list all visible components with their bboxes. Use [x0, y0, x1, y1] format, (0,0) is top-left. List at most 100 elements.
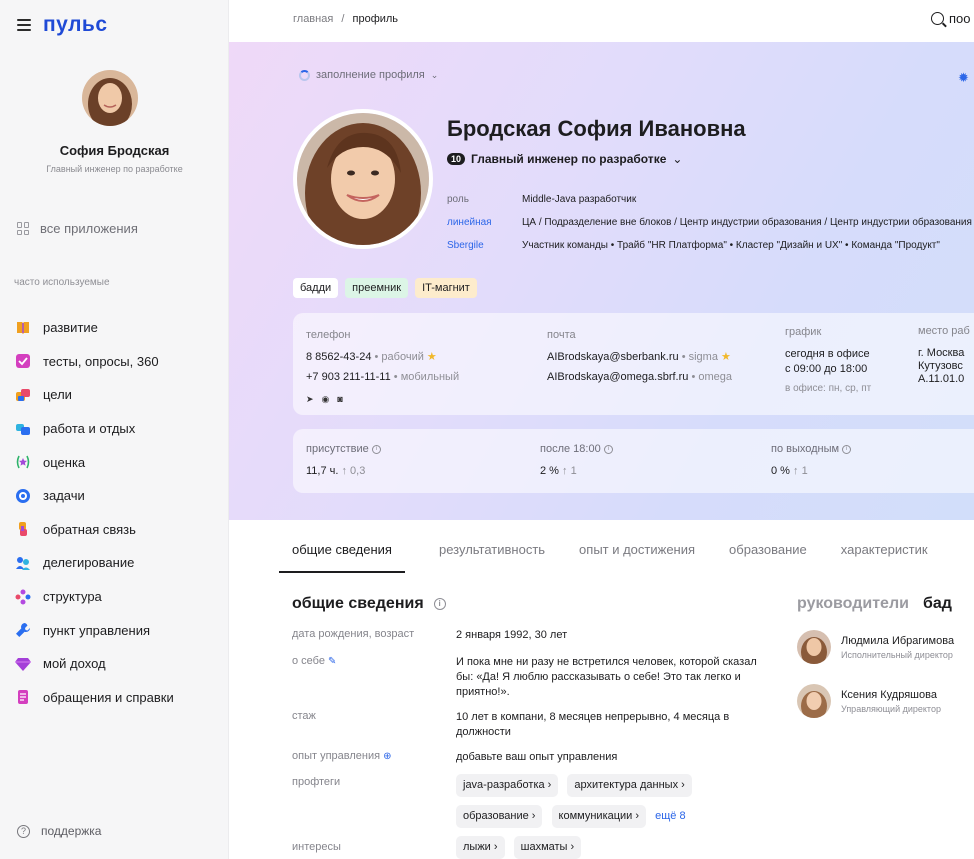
sidebar-item-label: делегирование [43, 555, 135, 571]
sidebar-item-delegation[interactable]: делегирование [15, 546, 174, 580]
manager-item[interactable]: Ксения Кудряшова Управляющий директор [797, 684, 941, 718]
breadcrumb-home[interactable]: главная [293, 13, 333, 25]
tag-buddy[interactable]: бадди [293, 278, 339, 298]
proftags-more-link[interactable]: ещё 8 [655, 810, 685, 822]
tag-it-magnet[interactable]: IT-магнит [415, 278, 477, 298]
tab-characteristics[interactable]: характеристик [841, 542, 928, 567]
top-bar: главная / профиль поо [229, 0, 974, 42]
phone-work-type: • рабочий [374, 351, 424, 363]
menu-icon[interactable] [17, 19, 31, 31]
sidebar-item-goals[interactable]: цели [15, 378, 174, 412]
info-key-link[interactable]: линейная [447, 217, 522, 228]
about-label-row: о себе ✎ [292, 655, 336, 667]
sidebar-item-control-point[interactable]: пункт управления [15, 613, 174, 647]
sidebar-item-label: цели [43, 387, 72, 403]
sidebar-item-label: задачи [43, 488, 85, 504]
sidebar-item-structure[interactable]: структура [15, 580, 174, 614]
interests-label: интересы [292, 841, 341, 853]
phone-work[interactable]: 8 8562-43-24 [306, 351, 371, 363]
tag-successor[interactable]: преемник [345, 278, 409, 298]
breadcrumb: главная / профиль [293, 13, 398, 25]
chat-icon[interactable]: ◙ [337, 389, 342, 409]
support-link[interactable]: ? поддержка [17, 824, 101, 838]
phone-mobile-type: • мобильный [393, 371, 460, 383]
info-icon[interactable]: i [842, 444, 852, 454]
chevron-down-icon: ⌄ [430, 69, 439, 80]
attendance-stats: присутствие i 11,7 ч. ↑ 0,3 после 18:00 … [293, 429, 974, 493]
feedback-icon [19, 522, 27, 537]
sidebar-item-rating[interactable]: оценка [15, 445, 174, 479]
profile-info: роль Middle-Java разработчик линейная ЦА… [447, 188, 972, 257]
tab-general[interactable]: общие сведения [279, 542, 405, 573]
sidebar-item-requests[interactable]: обращения и справки [15, 681, 174, 715]
phone-mobile[interactable]: +7 903 211-11-11 [306, 371, 391, 383]
experience-value: 10 лет в компани, 8 месяцев непрерывно, … [456, 711, 730, 738]
about-value: И пока мне ни разу не встретился человек… [456, 656, 757, 698]
tab-performance[interactable]: результативность [439, 542, 545, 567]
checkbox-icon [16, 354, 30, 369]
managers-header: руководители бад [797, 595, 952, 613]
fill-profile-label: заполнение профиля [316, 69, 425, 81]
info-value: Участник команды • Трайб "HR Платформа" … [522, 240, 940, 251]
sidebar-item-tests[interactable]: тесты, опросы, 360 [15, 345, 174, 379]
management-value[interactable]: добавьте ваш опыт управления [456, 750, 776, 765]
avatar [797, 630, 831, 664]
manager-item[interactable]: Людмила Ибрагимова Исполнительный директ… [797, 630, 954, 664]
contacts-card: телефон 8 8562-43-24 • рабочий ★ +7 903 … [293, 313, 974, 415]
job-title-dropdown[interactable]: 10 Главный инженер по разработке ⌄ [447, 152, 682, 166]
proftag-chip[interactable]: архитектура данных › [567, 774, 692, 797]
mail-sigma-type: • sigma [681, 351, 718, 363]
tab-experience[interactable]: опыт и достижения [579, 542, 695, 567]
rating-star-icon [16, 455, 30, 469]
info-icon[interactable]: i [603, 444, 613, 454]
sidebar-item-work-rest[interactable]: работа и отдых [15, 412, 174, 446]
sidebar-item-label: развитие [43, 320, 98, 336]
interests-list: лыжи › шахматы › [456, 836, 776, 859]
profile-hero: заполнение профиля ⌄ ✹ Бродская София Ив… [229, 42, 974, 520]
proftag-chip[interactable]: коммуникации › [551, 805, 647, 828]
management-label: опыт управления [292, 750, 381, 762]
schedule-column: график сегодня в офисе с 09:00 до 18:00 … [785, 325, 871, 396]
info-value: ЦА / Подразделение вне блоков / Центр ин… [522, 217, 972, 228]
search-button[interactable]: поо [931, 11, 971, 26]
profile-photo[interactable] [293, 109, 433, 249]
interest-label: шахматы [520, 841, 568, 853]
theme-toggle-icon[interactable]: ✹ [958, 70, 969, 86]
job-title: Главный инженер по разработке [471, 152, 667, 166]
schedule-office-days: в офисе: пн, ср, пт [785, 383, 872, 394]
managers-title[interactable]: руководители [797, 595, 909, 612]
fill-profile-dropdown[interactable]: заполнение профиля ⌄ [299, 69, 438, 81]
mail-sigma[interactable]: AIBrodskaya@sberbank.ru [547, 351, 679, 363]
about-label: о себе [292, 655, 325, 667]
sidebar-item-tasks[interactable]: задачи [15, 479, 174, 513]
sidebar-item-my-income[interactable]: мой доход [15, 647, 174, 681]
interest-chip[interactable]: шахматы › [513, 836, 582, 859]
info-icon[interactable]: i [433, 598, 446, 610]
all-apps-link[interactable]: все приложения [17, 221, 138, 236]
buddies-title[interactable]: бад [923, 595, 952, 612]
app-logo[interactable]: пульс [43, 13, 108, 37]
stat-value: 11,7 ч. [306, 465, 339, 477]
sidebar-item-feedback[interactable]: обратная связь [15, 513, 174, 547]
proftag-chip[interactable]: java-разработка › [456, 774, 559, 797]
sidebar-item-label: мой доход [43, 656, 106, 672]
workplace-street: Кутузовс [918, 360, 963, 372]
whatsapp-icon[interactable]: ◉ [322, 389, 330, 409]
all-apps-label: все приложения [40, 221, 138, 236]
info-key-link[interactable]: Sbergile [447, 240, 522, 251]
interest-chip[interactable]: лыжи › [456, 836, 505, 859]
avatar[interactable] [82, 70, 138, 126]
tab-education[interactable]: образование [729, 542, 807, 567]
mail-omega-type: • omega [691, 371, 733, 383]
add-plus-icon[interactable]: ⊕ [383, 751, 391, 762]
search-icon [931, 12, 944, 25]
proftag-chip[interactable]: образование › [456, 805, 543, 828]
sidebar: пульс София Бродская Главный инженер по … [0, 0, 229, 859]
telegram-icon[interactable]: ➤ [306, 389, 314, 409]
edit-pencil-icon[interactable]: ✎ [328, 656, 336, 667]
sidebar-item-development[interactable]: развитие [15, 311, 174, 345]
search-label: поо [949, 11, 971, 26]
info-row-sbergile: Sbergile Участник команды • Трайб "HR Пл… [447, 234, 972, 257]
mail-omega[interactable]: AIBrodskaya@omega.sbrf.ru [547, 371, 688, 383]
info-icon[interactable]: i [371, 444, 381, 454]
